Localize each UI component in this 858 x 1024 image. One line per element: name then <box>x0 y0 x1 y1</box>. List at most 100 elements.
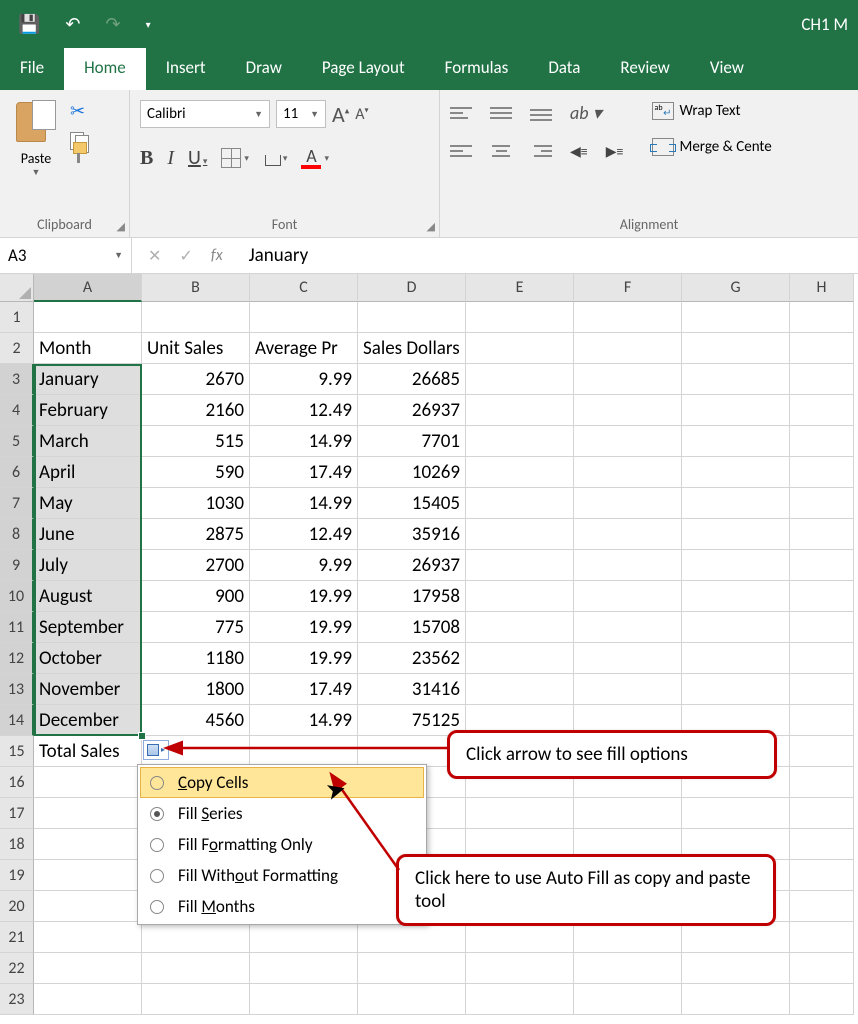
cell-C11[interactable]: 19.99 <box>250 612 358 643</box>
cell-H1[interactable] <box>790 302 854 333</box>
font-name-dropdown[interactable]: Calibri▼ <box>140 100 270 128</box>
cell-H9[interactable] <box>790 550 854 581</box>
cell-F21[interactable] <box>574 922 682 953</box>
autofill-option-1[interactable]: Fill Series <box>140 798 424 829</box>
row-header-12[interactable]: 12 <box>0 643 34 674</box>
cell-A19[interactable] <box>34 860 142 891</box>
cell-B5[interactable]: 515 <box>142 426 250 457</box>
cell-H7[interactable] <box>790 488 854 519</box>
col-header-D[interactable]: D <box>358 274 466 302</box>
cell-G22[interactable] <box>682 953 790 984</box>
cell-F17[interactable] <box>574 798 682 829</box>
row-header-23[interactable]: 23 <box>0 984 34 1015</box>
cell-E23[interactable] <box>466 984 574 1015</box>
cell-A9[interactable]: July <box>34 550 142 581</box>
cell-C3[interactable]: 9.99 <box>250 364 358 395</box>
cell-E5[interactable] <box>466 426 574 457</box>
tab-view[interactable]: View <box>690 47 764 90</box>
cell-E22[interactable] <box>466 953 574 984</box>
cell-H20[interactable] <box>790 891 854 922</box>
row-header-2[interactable]: 2 <box>0 333 34 364</box>
cell-G10[interactable] <box>682 581 790 612</box>
cut-icon[interactable]: ✂ <box>70 100 85 122</box>
row-header-14[interactable]: 14 <box>0 705 34 736</box>
cell-B14[interactable]: 4560 <box>142 705 250 736</box>
autofill-option-2[interactable]: Fill Formatting Only <box>140 829 424 860</box>
cell-A12[interactable]: October <box>34 643 142 674</box>
cell-C21[interactable] <box>250 922 358 953</box>
cell-G3[interactable] <box>682 364 790 395</box>
cell-D5[interactable]: 7701 <box>358 426 466 457</box>
cell-D21[interactable] <box>358 922 466 953</box>
cell-H6[interactable] <box>790 457 854 488</box>
cell-A15[interactable]: Total Sales <box>34 736 142 767</box>
undo-icon[interactable]: ↶ <box>65 13 80 35</box>
cell-F9[interactable] <box>574 550 682 581</box>
cell-A23[interactable] <box>34 984 142 1015</box>
cell-G1[interactable] <box>682 302 790 333</box>
cell-B23[interactable] <box>142 984 250 1015</box>
cell-D8[interactable]: 35916 <box>358 519 466 550</box>
fill-color-button[interactable]: ▾ <box>263 150 288 166</box>
cell-E17[interactable] <box>466 798 574 829</box>
col-header-E[interactable]: E <box>466 274 574 302</box>
autofill-option-4[interactable]: Fill Months <box>140 891 424 922</box>
autofill-options-button[interactable] <box>143 740 169 760</box>
cell-H11[interactable] <box>790 612 854 643</box>
align-top-icon[interactable] <box>450 104 472 122</box>
row-header-22[interactable]: 22 <box>0 953 34 984</box>
cell-F6[interactable] <box>574 457 682 488</box>
increase-font-icon[interactable]: A▴ <box>332 101 349 128</box>
cell-H13[interactable] <box>790 674 854 705</box>
cell-F2[interactable] <box>574 333 682 364</box>
row-header-4[interactable]: 4 <box>0 395 34 426</box>
cell-B3[interactable]: 2670 <box>142 364 250 395</box>
cell-D10[interactable]: 17958 <box>358 581 466 612</box>
cell-C12[interactable]: 19.99 <box>250 643 358 674</box>
cell-B8[interactable]: 2875 <box>142 519 250 550</box>
decrease-indent-icon[interactable]: ◀≡ <box>570 143 588 160</box>
cell-C1[interactable] <box>250 302 358 333</box>
cell-C9[interactable]: 9.99 <box>250 550 358 581</box>
row-header-17[interactable]: 17 <box>0 798 34 829</box>
cell-B21[interactable] <box>142 922 250 953</box>
cell-C15[interactable] <box>250 736 358 767</box>
cell-D23[interactable] <box>358 984 466 1015</box>
cell-F13[interactable] <box>574 674 682 705</box>
cell-H14[interactable] <box>790 705 854 736</box>
row-header-13[interactable]: 13 <box>0 674 34 705</box>
cell-A4[interactable]: February <box>34 395 142 426</box>
row-header-6[interactable]: 6 <box>0 457 34 488</box>
fill-handle[interactable] <box>138 732 146 740</box>
decrease-font-icon[interactable]: A▾ <box>355 105 368 124</box>
select-all-corner[interactable] <box>0 274 34 302</box>
cell-H15[interactable] <box>790 736 854 767</box>
cell-G4[interactable] <box>682 395 790 426</box>
cell-A6[interactable]: April <box>34 457 142 488</box>
font-color-button[interactable]: A▾ <box>301 147 329 169</box>
row-header-11[interactable]: 11 <box>0 612 34 643</box>
cell-B1[interactable] <box>142 302 250 333</box>
cell-G2[interactable] <box>682 333 790 364</box>
cell-D9[interactable]: 26937 <box>358 550 466 581</box>
cell-H3[interactable] <box>790 364 854 395</box>
cell-E6[interactable] <box>466 457 574 488</box>
cell-C22[interactable] <box>250 953 358 984</box>
cell-G21[interactable] <box>682 922 790 953</box>
cell-H12[interactable] <box>790 643 854 674</box>
cell-D11[interactable]: 15708 <box>358 612 466 643</box>
cell-G11[interactable] <box>682 612 790 643</box>
cell-C7[interactable]: 14.99 <box>250 488 358 519</box>
cell-C13[interactable]: 17.49 <box>250 674 358 705</box>
cell-H17[interactable] <box>790 798 854 829</box>
cell-F10[interactable] <box>574 581 682 612</box>
cell-D3[interactable]: 26685 <box>358 364 466 395</box>
cell-E4[interactable] <box>466 395 574 426</box>
cell-B10[interactable]: 900 <box>142 581 250 612</box>
cell-B9[interactable]: 2700 <box>142 550 250 581</box>
cell-H19[interactable] <box>790 860 854 891</box>
cell-B4[interactable]: 2160 <box>142 395 250 426</box>
cell-B13[interactable]: 1800 <box>142 674 250 705</box>
align-middle-icon[interactable] <box>490 104 512 122</box>
italic-button[interactable]: I <box>167 147 174 170</box>
